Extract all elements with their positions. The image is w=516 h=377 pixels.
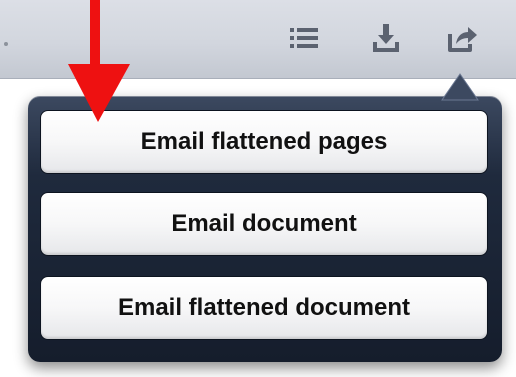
toolbar-edge-dot — [4, 42, 8, 46]
screenshot-stage: Email flattened pages Email document Ema… — [0, 0, 516, 377]
list-icon[interactable] — [286, 20, 322, 56]
share-icon[interactable] — [444, 20, 480, 56]
share-popover: Email flattened pages Email document Ema… — [28, 96, 502, 362]
email-document-button[interactable]: Email document — [40, 192, 488, 256]
red-arrow-annotation — [68, 0, 130, 122]
download-icon[interactable] — [368, 20, 404, 56]
popover-pointer — [441, 73, 479, 101]
email-flattened-document-button[interactable]: Email flattened document — [40, 276, 488, 340]
